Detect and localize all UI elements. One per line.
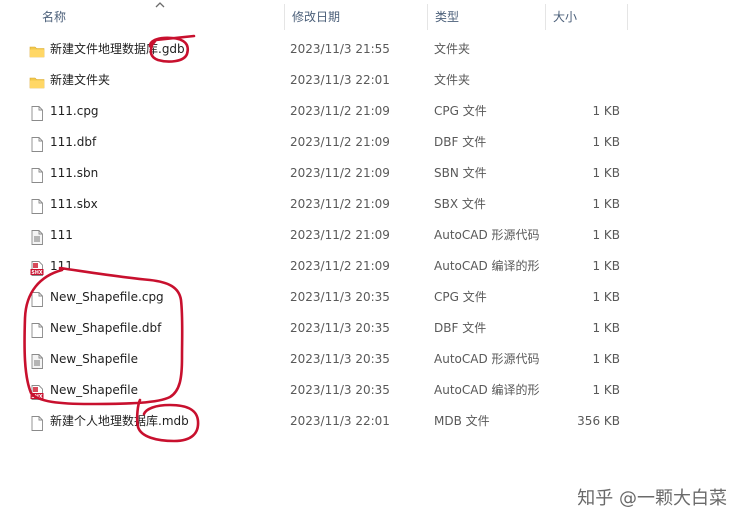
file-name: 111.dbf [50,135,97,149]
file-size: 1 KB [592,197,620,211]
column-divider[interactable] [627,4,628,30]
file-type: CPG 文件 [434,104,487,118]
folder-icon [29,41,45,58]
file-name: 111.sbn [50,166,99,180]
svg-text:SHX: SHX [31,270,42,276]
document-icon [29,196,45,214]
file-row[interactable]: 新建个人地理数据库.mdb 2023/11/3 22:01 MDB 文件 356 KB [0,406,743,437]
file-size: 1 KB [592,104,620,118]
file-size: 1 KB [592,228,620,242]
file-type: AutoCAD 形源代码 [434,228,540,242]
file-modified-date: 2023/11/3 21:55 [290,42,390,56]
file-name: 111.cpg [50,104,99,118]
file-type: SBN 文件 [434,166,487,180]
file-size: 1 KB [592,383,620,397]
file-name: New_Shapefile [50,383,139,397]
file-row[interactable]: 111.dbf 2023/11/2 21:09 DBF 文件 1 KB [0,127,743,158]
file-name: 新建文件夹 [50,73,111,87]
file-size: 1 KB [592,290,620,304]
sort-ascending-icon[interactable] [154,0,166,10]
file-row[interactable]: SHX 111 2023/11/2 21:09 AutoCAD 编译的形 1 KB [0,251,743,282]
document-icon [29,289,45,307]
file-modified-date: 2023/11/3 20:35 [290,352,390,366]
file-modified-date: 2023/11/2 21:09 [290,135,390,149]
file-size: 1 KB [592,321,620,335]
file-size [540,34,620,65]
file-row[interactable]: 新建文件地理数据库.gdb 2023/11/3 21:55 文件夹 [0,34,743,65]
file-name: 111 [50,228,73,242]
file-modified-date: 2023/11/3 22:01 [290,414,390,428]
file-name: 新建文件地理数据库.gdb [50,42,185,56]
folder-icon [29,72,45,89]
file-size: 1 KB [592,166,620,180]
file-row[interactable]: SHX New_Shapefile 2023/11/3 20:35 AutoCAD 编… [0,375,743,406]
file-row[interactable]: 111.sbn 2023/11/2 21:09 SBN 文件 1 KB [0,158,743,189]
column-header-date[interactable]: 修改日期 [284,0,427,34]
file-type: AutoCAD 形源代码 [434,352,540,366]
file-name: New_Shapefile [50,352,139,366]
file-size: 1 KB [592,259,620,273]
file-modified-date: 2023/11/3 20:35 [290,383,390,397]
file-row[interactable]: 111.cpg 2023/11/2 21:09 CPG 文件 1 KB [0,96,743,127]
autocad-shape-source-icon [29,351,45,369]
file-modified-date: 2023/11/2 21:09 [290,197,390,211]
file-name: New_Shapefile.cpg [50,290,164,304]
svg-text:SHX: SHX [31,394,42,400]
column-header-bar: 名称 修改日期 类型 大小 [0,0,743,34]
document-icon [29,320,45,338]
file-type: 文件夹 [434,42,471,56]
file-row[interactable]: New_Shapefile 2023/11/3 20:35 AutoCAD 形源代码… [0,344,743,375]
file-name: 111.sbx [50,197,98,211]
file-modified-date: 2023/11/3 22:01 [290,73,390,87]
file-modified-date: 2023/11/3 20:35 [290,290,390,304]
file-name: 新建个人地理数据库.mdb [50,414,189,428]
file-modified-date: 2023/11/2 21:09 [290,104,390,118]
column-header-size[interactable]: 大小 [545,0,627,34]
shx-icon: SHX [29,258,45,276]
file-type: AutoCAD 编译的形 [434,259,540,273]
document-icon [29,165,45,183]
document-icon [29,134,45,152]
autocad-shape-source-icon [29,227,45,245]
file-type: CPG 文件 [434,290,487,304]
file-row[interactable]: 111.sbx 2023/11/2 21:09 SBX 文件 1 KB [0,189,743,220]
column-header-type[interactable]: 类型 [427,0,545,34]
file-modified-date: 2023/11/3 20:35 [290,321,390,335]
watermark-text: 知乎 @一颗大白菜 [577,488,727,509]
file-name: 111 [50,259,73,273]
file-type: DBF 文件 [434,135,487,149]
file-type: 文件夹 [434,73,471,87]
file-row[interactable]: New_Shapefile.dbf 2023/11/3 20:35 DBF 文件 1 … [0,313,743,344]
document-icon [29,103,45,121]
file-row[interactable]: New_Shapefile.cpg 2023/11/3 20:35 CPG 文件 1 … [0,282,743,313]
file-size [540,65,620,96]
file-size: 1 KB [592,352,620,366]
file-modified-date: 2023/11/2 21:09 [290,166,390,180]
file-modified-date: 2023/11/2 21:09 [290,228,390,242]
file-type: MDB 文件 [434,414,490,428]
file-type: SBX 文件 [434,197,486,211]
file-modified-date: 2023/11/2 21:09 [290,259,390,273]
document-icon [29,413,45,431]
shx-icon: SHX [29,382,45,400]
file-row[interactable]: 111 2023/11/2 21:09 AutoCAD 形源代码 1 KB [0,220,743,251]
file-name: New_Shapefile.dbf [50,321,162,335]
file-size: 356 KB [577,414,620,428]
file-row[interactable]: 新建文件夹 2023/11/3 22:01 文件夹 [0,65,743,96]
file-size: 1 KB [592,135,620,149]
file-type: AutoCAD 编译的形 [434,383,540,397]
file-type: DBF 文件 [434,321,487,335]
